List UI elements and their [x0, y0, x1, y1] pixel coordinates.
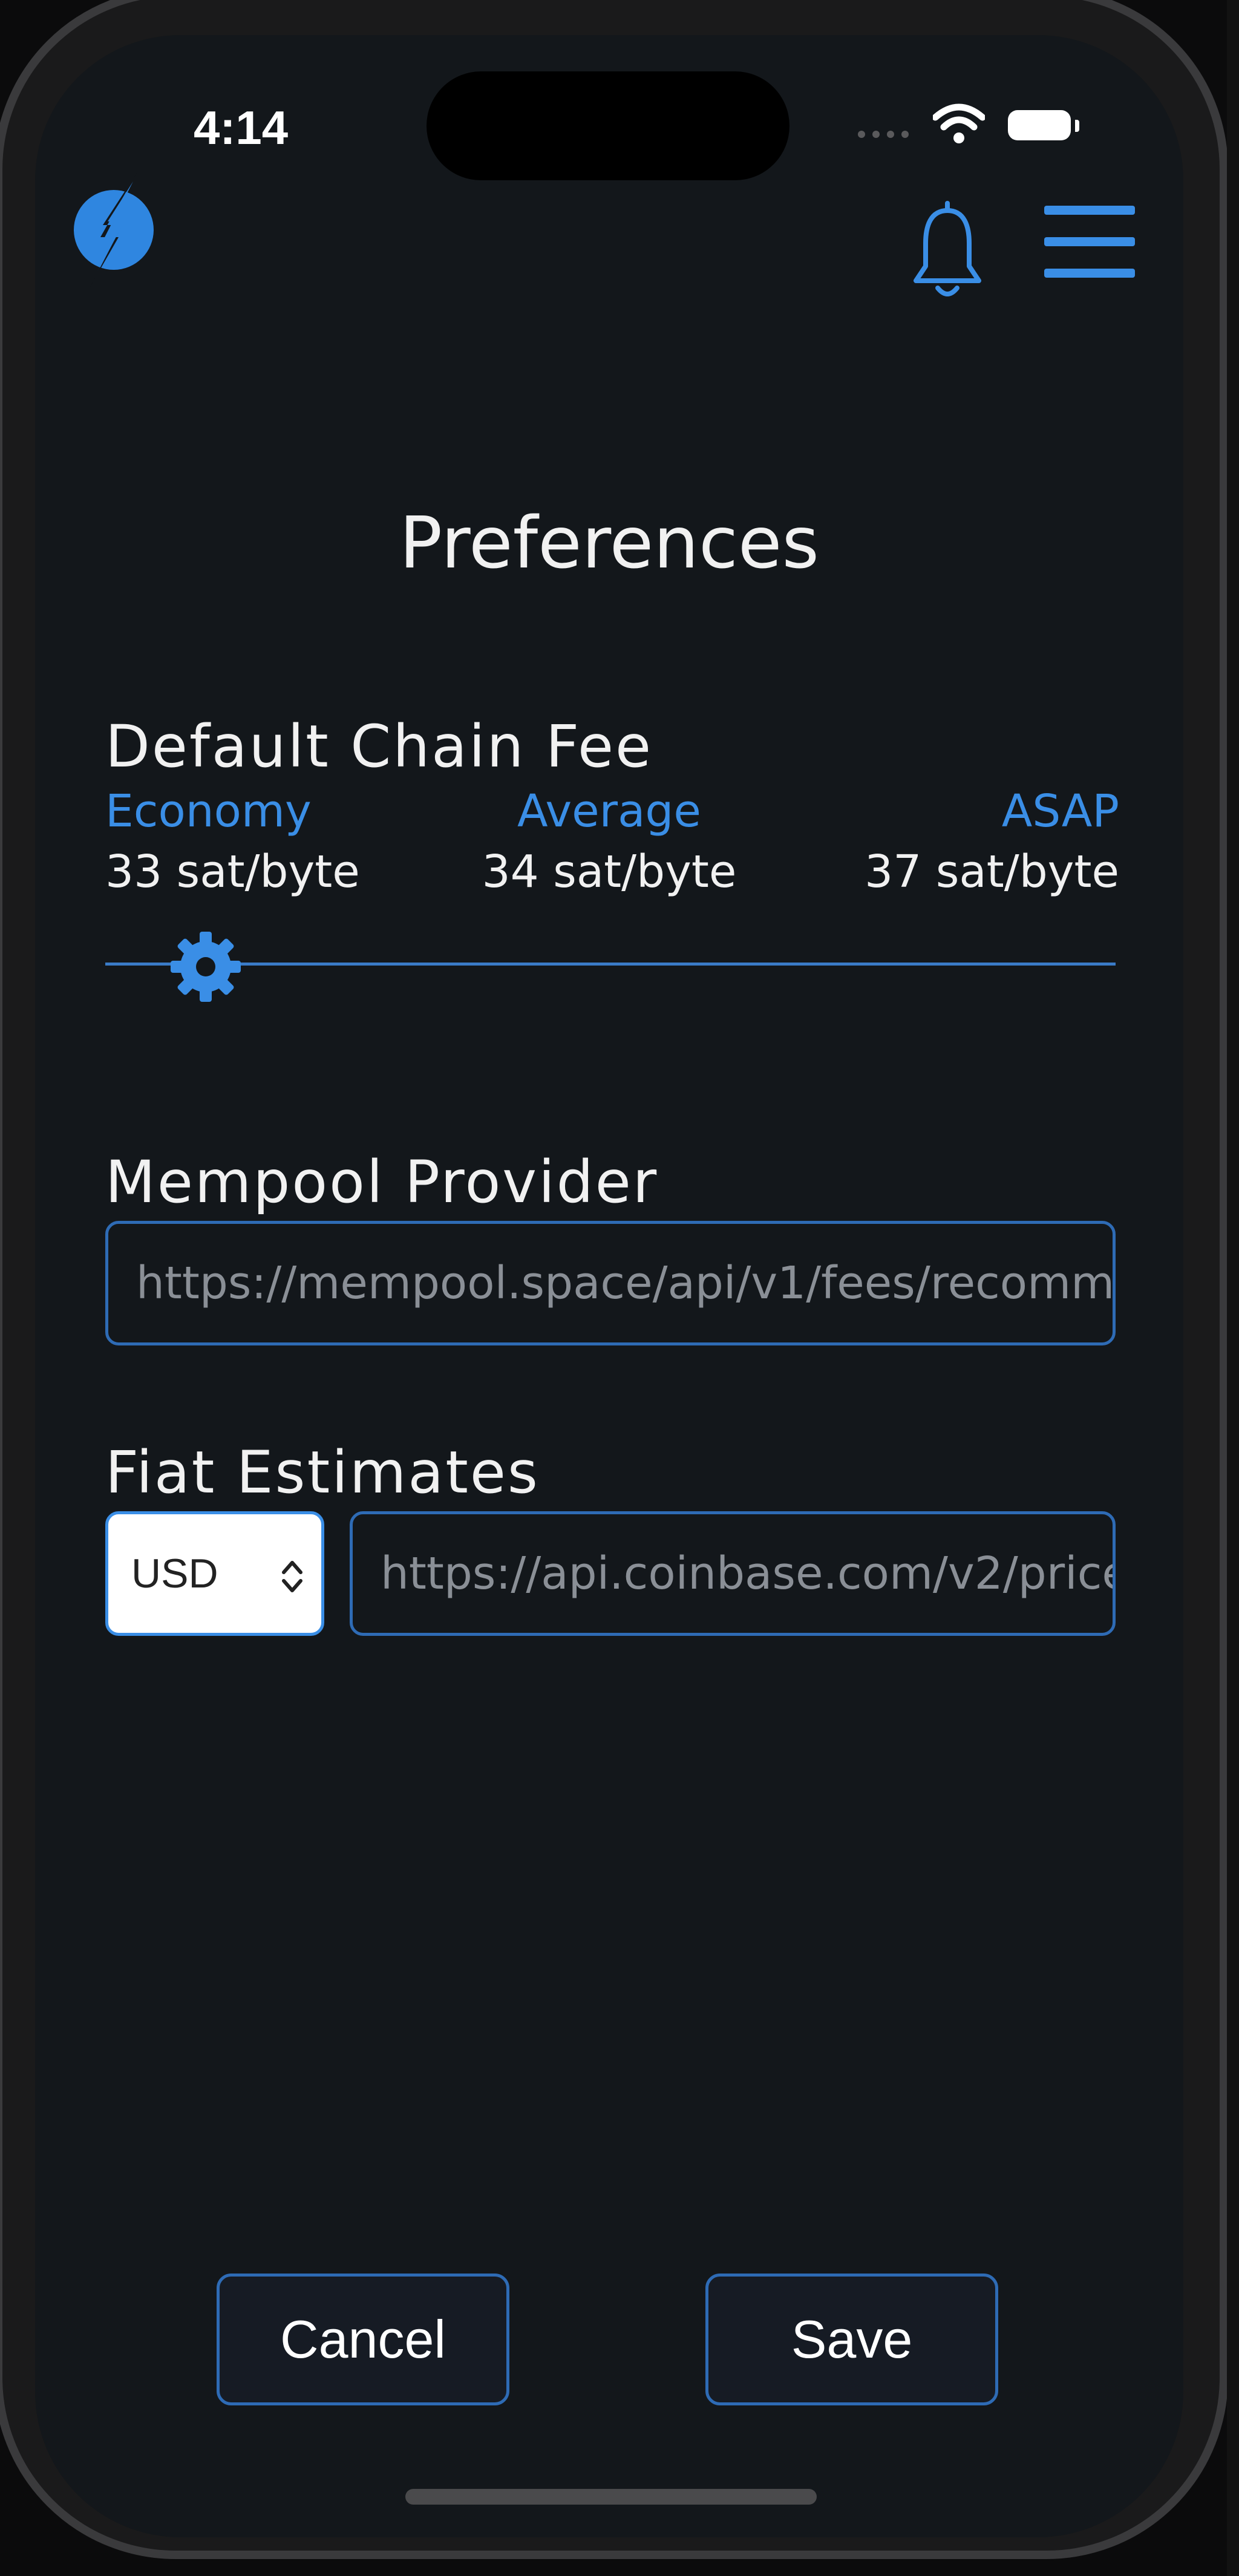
chain-fee-heading: Default Chain Fee [105, 713, 653, 780]
app-screen: 4:14 Preferences Default Chain Fee Econo… [35, 35, 1183, 2537]
save-button[interactable]: Save [705, 2274, 998, 2405]
status-time: 4:14 [194, 101, 289, 154]
window-edge [1227, 0, 1239, 2576]
fee-slider-track[interactable] [105, 963, 1116, 966]
fiat-url-value: https://api.coinbase.com/v2/prices [381, 1548, 1116, 1600]
battery-icon [1008, 110, 1079, 140]
dynamic-island [427, 71, 789, 180]
gear-icon[interactable] [169, 930, 242, 1003]
mempool-url-value: https://mempool.space/api/v1/fees/recomm… [136, 1257, 1115, 1309]
mempool-url-input[interactable]: https://mempool.space/api/v1/fees/recomm… [105, 1221, 1116, 1345]
lightning-bolt-icon[interactable] [65, 169, 162, 290]
fee-option-asap-label[interactable]: ASAP [1002, 785, 1119, 837]
page-title: Preferences [399, 501, 819, 584]
bell-icon[interactable] [911, 198, 984, 307]
fiat-heading: Fiat Estimates [105, 1439, 540, 1506]
device-frame: 4:14 Preferences Default Chain Fee Econo… [0, 0, 1239, 2576]
currency-select[interactable]: USD [105, 1511, 324, 1636]
cellular-signal-icon [858, 131, 909, 138]
currency-select-value: USD [131, 1551, 218, 1597]
fee-option-asap-value: 37 sat/byte [865, 846, 1119, 898]
wifi-icon [933, 103, 985, 143]
hamburger-menu-icon[interactable] [1044, 206, 1135, 278]
select-chevrons-icon [282, 1561, 302, 1592]
fiat-url-input[interactable]: https://api.coinbase.com/v2/prices [350, 1511, 1116, 1636]
cancel-button[interactable]: Cancel [217, 2274, 509, 2405]
mempool-heading: Mempool Provider [105, 1148, 659, 1216]
home-indicator [405, 2489, 817, 2505]
